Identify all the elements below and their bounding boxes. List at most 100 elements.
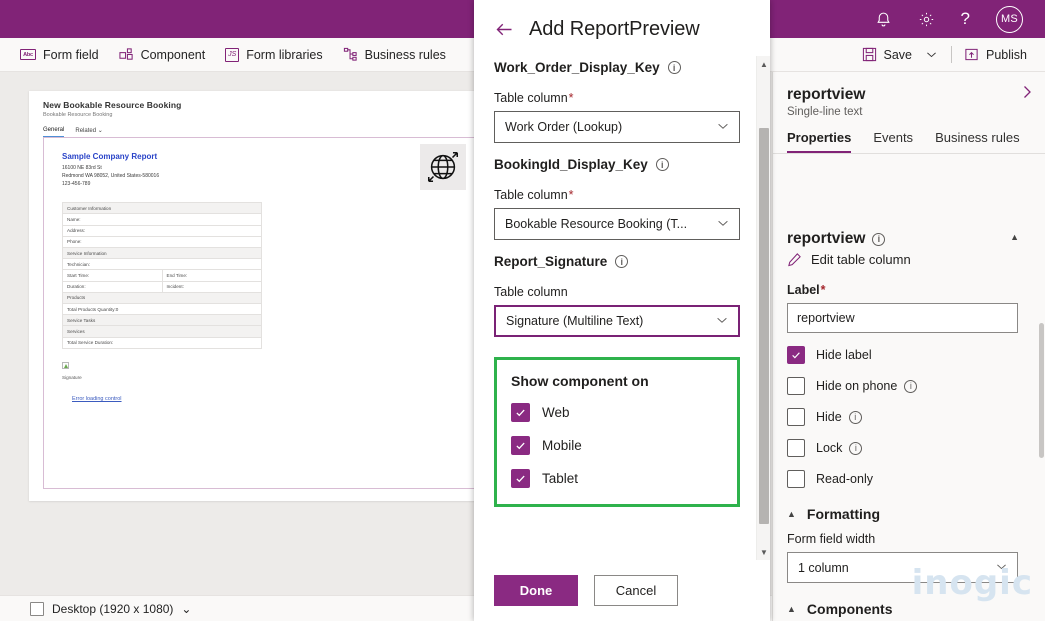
chevron-down-icon[interactable]: ⌄ [181, 602, 191, 616]
topbar-icon-group: ? MS [875, 6, 1045, 33]
chevron-down-icon: ⌄ [98, 128, 103, 134]
tab-properties[interactable]: Properties [787, 130, 851, 153]
properties-scrollbar-thumb[interactable] [1039, 323, 1044, 458]
collapse-chevron-up-icon[interactable]: ▲ [1010, 232, 1019, 242]
section-components[interactable]: ▲ Components [787, 601, 1030, 617]
required-asterisk: * [569, 188, 574, 202]
checkbox-checked-icon [787, 346, 805, 364]
done-button[interactable]: Done [494, 575, 578, 606]
table-column-dropdown-bookingid[interactable]: Bookable Resource Booking (T... [494, 208, 740, 240]
checkbox-unchecked-icon [787, 470, 805, 488]
tab-business-rules[interactable]: Business rules [935, 130, 1020, 153]
back-arrow-icon[interactable] [494, 19, 515, 40]
table-row: Start Time: End Time: [63, 270, 262, 281]
cell-incident: Incident: [162, 281, 262, 292]
cell-customer-information: Customer Information [63, 203, 262, 214]
save-label: Save [884, 48, 913, 62]
chevron-down-icon [716, 119, 730, 136]
business-rules-button[interactable]: Business rules [343, 47, 446, 62]
publish-button[interactable]: Publish [964, 47, 1027, 62]
group-report-signature: Report_Signature i [494, 254, 740, 269]
properties-panel: reportview Single-line text Properties E… [772, 72, 1045, 621]
dialog-scrollbar[interactable]: ▲ ▼ [756, 56, 770, 560]
cell-service-information: Service Information [63, 248, 262, 259]
info-icon[interactable]: i [904, 380, 917, 393]
form-field-width-dropdown[interactable]: 1 column [787, 552, 1018, 583]
business-rules-icon [343, 47, 358, 62]
device-checkbox[interactable] [30, 602, 44, 616]
scroll-down-arrow-icon[interactable]: ▼ [757, 544, 771, 560]
group-bookingid-display-key: BookingId_Display_Key i [494, 157, 740, 172]
properties-panel-body: Edit table column Label* reportview Hide… [773, 248, 1045, 621]
form-tab-general[interactable]: General [43, 127, 64, 137]
table-row: Name: [63, 214, 262, 225]
device-selector[interactable]: Desktop (1920 x 1080) ⌄ [30, 602, 191, 616]
checkbox-read-only[interactable]: Read-only [787, 470, 1030, 488]
avatar[interactable]: MS [996, 6, 1023, 33]
table-column-dropdown-signature[interactable]: Signature (Multiline Text) [494, 305, 740, 337]
error-loading-control-link[interactable]: Error loading control [72, 396, 122, 402]
chevron-up-icon: ▲ [787, 604, 796, 614]
checkbox-checked-icon [511, 436, 530, 455]
field-type-label: Single-line text [787, 106, 1031, 118]
scrolled-heading: reportview i [787, 230, 885, 248]
chevron-down-icon [995, 560, 1008, 576]
table-column-dropdown-work-order[interactable]: Work Order (Lookup) [494, 111, 740, 143]
checkbox-web[interactable]: Web [511, 403, 723, 422]
checkbox-unchecked-icon [787, 377, 805, 395]
save-button[interactable]: Save [862, 47, 913, 62]
help-icon[interactable]: ? [961, 9, 970, 29]
table-row: Duration: Incident: [63, 281, 262, 292]
save-chevron-down-icon[interactable] [924, 47, 939, 62]
tab-events[interactable]: Events [873, 130, 913, 153]
checkbox-hide[interactable]: Hide i [787, 408, 1030, 426]
info-icon[interactable]: i [849, 411, 862, 424]
save-disk-icon [862, 47, 877, 62]
report-table: Customer Information Name: Address: Phon… [62, 202, 262, 348]
info-icon[interactable]: i [872, 233, 885, 246]
chevron-right-icon[interactable] [1019, 84, 1035, 105]
gear-icon[interactable] [918, 11, 935, 28]
checkbox-unchecked-icon [787, 439, 805, 457]
report-table-body: Customer Information Name: Address: Phon… [63, 203, 262, 348]
form-tab-related[interactable]: Related ⌄ [75, 127, 102, 137]
required-asterisk: * [821, 283, 826, 297]
form-libraries-button[interactable]: JS Form libraries [225, 48, 322, 62]
form-field-label: Form field [43, 48, 99, 62]
label-input[interactable]: reportview [787, 303, 1018, 333]
page-title: reportview [787, 86, 1031, 104]
table-row: Technician: [63, 259, 262, 270]
label-caption-text: Label [787, 283, 820, 297]
checkbox-hide-label-text: Hide label [816, 348, 872, 362]
edit-table-column-link[interactable]: Edit table column [787, 252, 1030, 267]
checkbox-tablet-label: Tablet [542, 471, 578, 486]
component-button[interactable]: Component [119, 47, 206, 62]
table-column-value-3: Signature (Multiline Text) [506, 314, 643, 328]
info-icon[interactable]: i [849, 442, 862, 455]
cancel-button[interactable]: Cancel [594, 575, 678, 606]
cell-products: Products [63, 292, 262, 303]
checkbox-mobile[interactable]: Mobile [511, 436, 723, 455]
publish-label: Publish [986, 48, 1027, 62]
properties-panel-scrollbar[interactable] [1038, 268, 1045, 621]
scroll-up-arrow-icon[interactable]: ▲ [757, 56, 771, 72]
checkbox-hide-on-phone[interactable]: Hide on phone i [787, 377, 1030, 395]
info-icon[interactable]: i [656, 158, 669, 171]
checkbox-hide-label[interactable]: Hide label [787, 346, 1030, 364]
info-icon[interactable]: i [668, 61, 681, 74]
table-column-value-1: Work Order (Lookup) [505, 120, 622, 134]
form-field-button[interactable]: Abc Form field [20, 48, 99, 62]
bell-icon[interactable] [875, 11, 892, 28]
table-column-label-text: Table column [494, 91, 568, 105]
chevron-up-icon: ▲ [787, 509, 796, 519]
table-row: Address: [63, 225, 262, 236]
checkbox-tablet[interactable]: Tablet [511, 469, 723, 488]
broken-image-icon [62, 362, 69, 369]
form-libraries-label: Form libraries [246, 48, 322, 62]
cell-duration: Duration: [63, 281, 163, 292]
checkbox-lock[interactable]: Lock i [787, 439, 1030, 457]
cell-total-service-duration: Total Service Duration: [63, 337, 262, 348]
dialog-scrollbar-thumb[interactable] [759, 128, 769, 524]
section-formatting[interactable]: ▲ Formatting [787, 506, 1030, 522]
info-icon[interactable]: i [615, 255, 628, 268]
